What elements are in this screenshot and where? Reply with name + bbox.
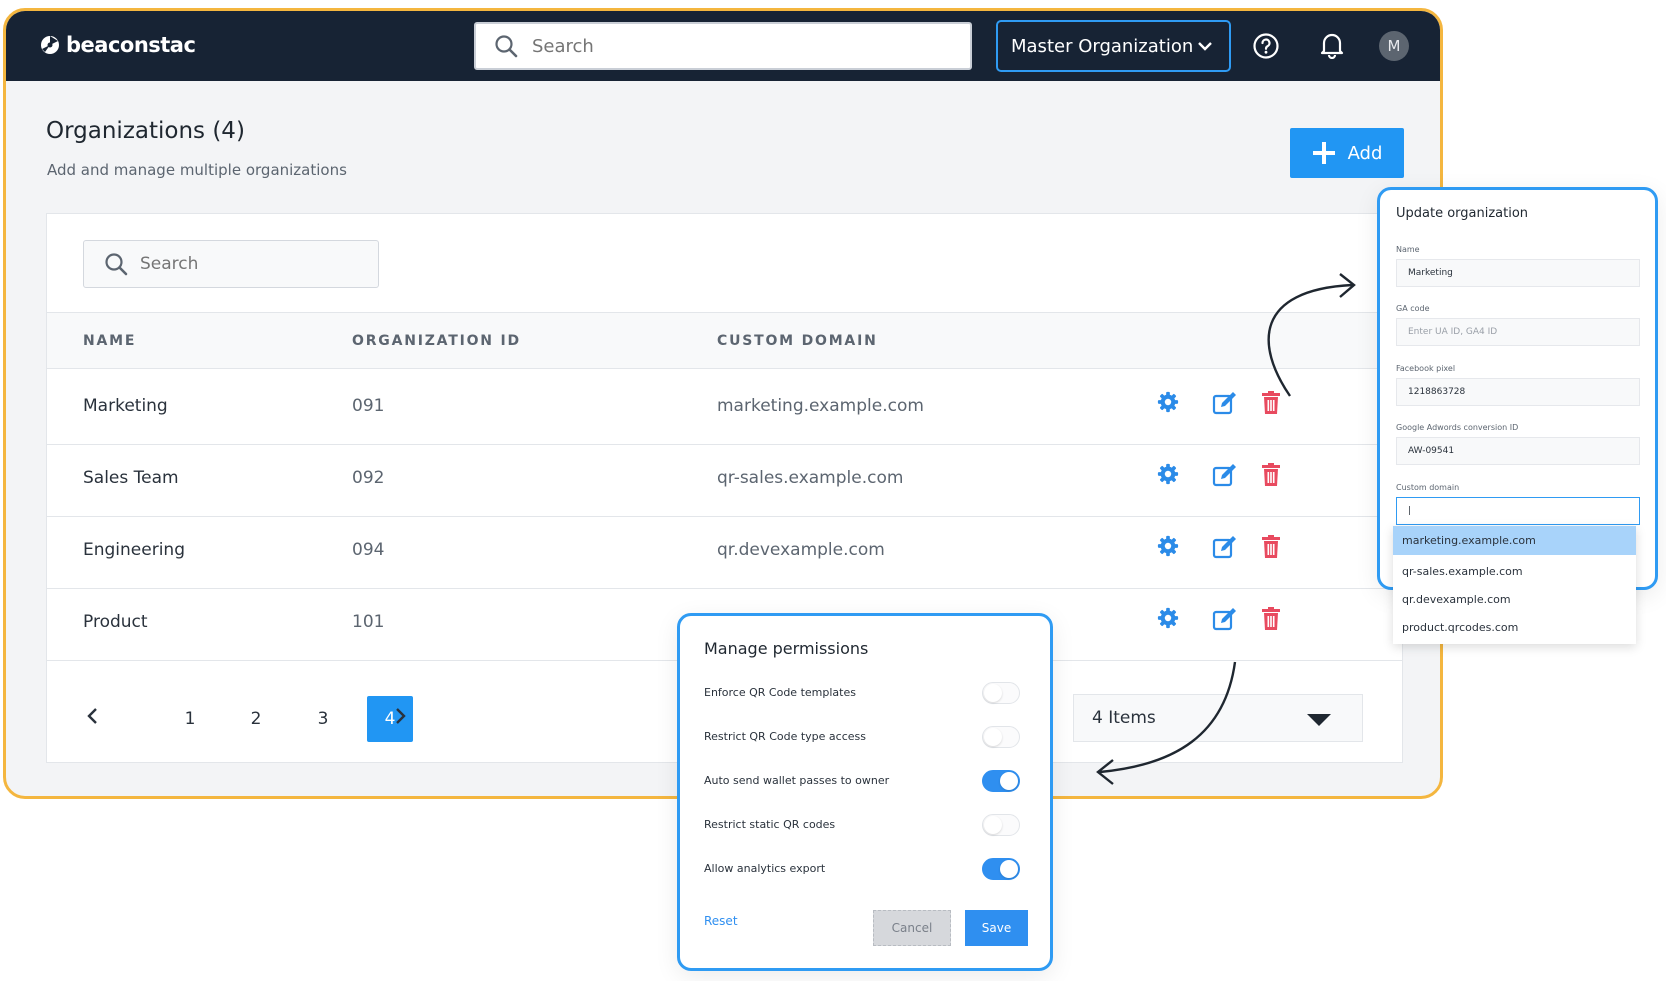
global-search-input[interactable] — [532, 35, 932, 57]
table-header: NAME ORGANIZATION ID CUSTOM DOMAIN — [47, 312, 1402, 369]
search-icon — [105, 253, 128, 276]
user-avatar[interactable]: M — [1379, 31, 1409, 61]
trash-icon[interactable] — [1261, 535, 1281, 559]
row-custom-domain: qr-sales.example.com — [717, 468, 904, 488]
row-organization-id: 092 — [352, 468, 385, 488]
save-button[interactable]: Save — [965, 910, 1028, 946]
permission-label: Auto send wallet passes to owner — [704, 774, 890, 787]
table-row: Engineering 094 qr.devexample.com — [47, 513, 1402, 589]
search-icon — [495, 35, 518, 58]
row-name: Marketing — [83, 396, 168, 416]
trash-icon[interactable] — [1261, 607, 1281, 631]
beaconstac-logo[interactable]: beaconstac — [40, 33, 196, 57]
page-button-1[interactable]: 1 — [167, 696, 213, 742]
global-search[interactable] — [474, 22, 972, 70]
manage-permissions-panel: Manage permissions Enforce QR Code templ… — [677, 613, 1053, 971]
custom-domain-field[interactable]: | — [1396, 497, 1640, 525]
organization-selector-label: Master Organization — [1011, 35, 1194, 57]
reset-button[interactable]: Reset — [704, 914, 738, 928]
page-button-2[interactable]: 2 — [233, 696, 279, 742]
facebook-pixel-label: Facebook pixel — [1396, 364, 1456, 373]
add-button-label: Add — [1347, 142, 1383, 164]
chevron-right-icon[interactable] — [392, 706, 408, 726]
cancel-button[interactable]: Cancel — [873, 910, 951, 946]
items-per-page-label: 4 Items — [1092, 708, 1156, 728]
permissions-panel-title: Manage permissions — [704, 639, 869, 658]
row-organization-id: 101 — [352, 612, 385, 632]
gear-icon[interactable] — [1157, 535, 1179, 557]
row-custom-domain: marketing.example.com — [717, 396, 924, 416]
adwords-id-field[interactable]: AW-09541 — [1396, 437, 1640, 465]
page-title: Organizations (4) — [46, 118, 245, 144]
adwords-id-label: Google Adwords conversion ID — [1396, 423, 1519, 432]
permission-toggle[interactable] — [982, 682, 1020, 704]
table-row: Marketing 091 marketing.example.com — [47, 369, 1402, 445]
table-search[interactable] — [83, 240, 379, 288]
page-button-3[interactable]: 3 — [300, 696, 346, 742]
ga-code-label: GA code — [1396, 304, 1430, 313]
bell-icon[interactable] — [1319, 31, 1345, 59]
add-organization-button[interactable]: Add — [1290, 128, 1404, 178]
domain-option[interactable]: product.qrcodes.com — [1393, 613, 1636, 642]
organization-selector[interactable]: Master Organization — [996, 20, 1231, 72]
column-header-organization-id: ORGANIZATION ID — [352, 333, 521, 349]
name-label: Name — [1396, 245, 1420, 254]
row-organization-id: 094 — [352, 540, 385, 560]
logo-text: beaconstac — [66, 33, 196, 57]
domain-option[interactable]: qr-sales.example.com — [1393, 557, 1636, 586]
top-navigation-bar: beaconstac Master Organization M — [6, 11, 1440, 81]
beaconstac-logo-icon — [41, 36, 59, 54]
row-name: Engineering — [83, 540, 185, 560]
permission-label: Allow analytics export — [704, 862, 826, 875]
items-per-page-select[interactable]: 4 Items — [1073, 694, 1363, 742]
gear-icon[interactable] — [1157, 391, 1179, 413]
update-panel-title: Update organization — [1396, 206, 1529, 221]
edit-icon[interactable] — [1212, 607, 1238, 631]
row-name: Product — [83, 612, 148, 632]
permission-label: Restrict QR Code type access — [704, 730, 866, 743]
domain-option[interactable]: marketing.example.com — [1393, 526, 1636, 555]
table-row: Sales Team 092 qr-sales.example.com — [47, 441, 1402, 517]
plus-icon — [1312, 142, 1335, 164]
edit-icon[interactable] — [1212, 463, 1238, 487]
page-subtitle: Add and manage multiple organizations — [47, 161, 347, 179]
chevron-down-icon — [1198, 42, 1212, 51]
permission-toggle[interactable] — [982, 858, 1020, 880]
table-search-input[interactable] — [140, 254, 360, 274]
column-header-name: NAME — [83, 333, 137, 349]
row-custom-domain: qr.devexample.com — [717, 540, 885, 560]
permission-toggle[interactable] — [982, 770, 1020, 792]
edit-icon[interactable] — [1212, 391, 1238, 415]
trash-icon[interactable] — [1261, 391, 1281, 415]
ga-code-field[interactable]: Enter UA ID, GA4 ID — [1396, 318, 1640, 346]
permission-toggle[interactable] — [982, 726, 1020, 748]
column-header-custom-domain: CUSTOM DOMAIN — [717, 333, 878, 349]
gear-icon[interactable] — [1157, 607, 1179, 629]
custom-domain-label: Custom domain — [1396, 483, 1460, 492]
help-icon[interactable] — [1252, 32, 1280, 60]
row-name: Sales Team — [83, 468, 179, 488]
trash-icon[interactable] — [1261, 463, 1281, 487]
domain-option[interactable]: qr.devexample.com — [1393, 585, 1636, 614]
custom-domain-dropdown: marketing.example.com qr-sales.example.c… — [1393, 526, 1636, 644]
name-field[interactable]: Marketing — [1396, 259, 1640, 287]
permission-toggle[interactable] — [982, 814, 1020, 836]
permission-label: Enforce QR Code templates — [704, 686, 856, 699]
permission-label: Restrict static QR codes — [704, 818, 836, 831]
edit-icon[interactable] — [1212, 535, 1238, 559]
chevron-left-icon[interactable] — [85, 706, 101, 726]
row-organization-id: 091 — [352, 396, 385, 416]
facebook-pixel-field[interactable]: 1218863728 — [1396, 378, 1640, 406]
gear-icon[interactable] — [1157, 463, 1179, 485]
caret-down-icon — [1307, 714, 1331, 726]
